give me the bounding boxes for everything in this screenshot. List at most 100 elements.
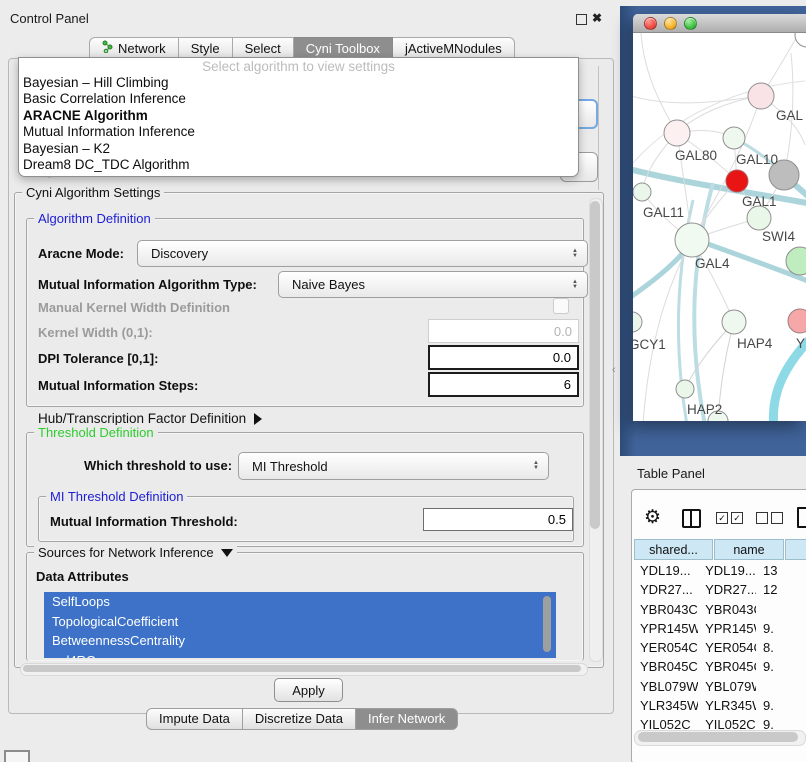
network-node-hap2[interactable] bbox=[676, 380, 694, 398]
column-header-3[interactable]: A bbox=[785, 539, 806, 560]
zoom-traffic-light-icon[interactable] bbox=[684, 17, 697, 30]
column-selector-icon[interactable] bbox=[682, 509, 701, 528]
export-table-icon[interactable] bbox=[797, 507, 806, 528]
table-hscrollbar-thumb[interactable] bbox=[638, 732, 798, 742]
table-cell: YDR27... bbox=[699, 580, 756, 599]
mi-steps-field[interactable]: 6 bbox=[428, 372, 579, 397]
table-row[interactable]: YPR145WYPR145W9. bbox=[634, 619, 806, 638]
mi-threshold-field[interactable]: 0.5 bbox=[423, 508, 573, 531]
algorithm-definition-label: Algorithm Definition bbox=[34, 211, 155, 226]
close-traffic-light-icon[interactable] bbox=[644, 17, 657, 30]
table-row[interactable]: YIL052CYIL052C9. bbox=[634, 715, 806, 731]
algorithm-option[interactable]: ARACNE Algorithm bbox=[19, 108, 578, 124]
table-cell: YBR043C bbox=[634, 600, 698, 619]
table-row[interactable]: YBL079WYBL079W bbox=[634, 677, 806, 696]
network-node-gcy1[interactable] bbox=[633, 312, 642, 332]
which-threshold-label: Which threshold to use: bbox=[84, 458, 232, 473]
network-edge[interactable] bbox=[633, 95, 761, 103]
column-header-1[interactable]: shared... bbox=[634, 539, 713, 560]
threshold-group-label: Threshold Definition bbox=[34, 425, 158, 440]
data-attributes-list: SelfLoopsTopologicalCoefficientBetweenne… bbox=[44, 592, 556, 658]
node-label: HAP2 bbox=[687, 402, 722, 417]
collapsed-arrow-icon bbox=[254, 413, 262, 425]
mi-steps-label: Mutual Information Steps: bbox=[38, 378, 198, 393]
combo-stepper-icon: ▲▼ bbox=[572, 280, 578, 290]
table-cell: YIL052C bbox=[634, 715, 698, 731]
close-panel-icon[interactable]: ✖ bbox=[592, 11, 602, 25]
settings-hscrollbar-thumb[interactable] bbox=[23, 665, 581, 672]
table-cell: YBL079W bbox=[699, 677, 756, 696]
algorithm-option[interactable]: Bayesian – K2 bbox=[19, 141, 578, 157]
table-body: YDL19...YDL19...13YDR27...YDR27...12YBR0… bbox=[634, 561, 806, 731]
which-threshold-combo[interactable]: MI Threshold ▲▼ bbox=[238, 452, 549, 480]
table-row[interactable]: YER054CYER054C8. bbox=[634, 638, 806, 657]
expanded-arrow-icon bbox=[221, 549, 233, 557]
table-row[interactable]: YDR27...YDR27...12 bbox=[634, 580, 806, 599]
table-cell: YDL19... bbox=[634, 561, 698, 580]
network-edge[interactable] bbox=[677, 96, 761, 133]
float-panel-icon[interactable] bbox=[576, 14, 587, 25]
network-node-gal4[interactable] bbox=[675, 223, 709, 257]
tab-label: jActiveMNodules bbox=[405, 38, 502, 59]
column-header-2[interactable]: name bbox=[714, 539, 784, 560]
network-node-gal80[interactable] bbox=[664, 120, 690, 146]
tab-label: Network bbox=[118, 38, 166, 59]
network-node-hap4[interactable] bbox=[722, 310, 746, 334]
select-all-icon[interactable]: ✓✓ bbox=[716, 512, 743, 524]
kernel-width-field[interactable]: 0.0 bbox=[428, 319, 579, 343]
manual-kernel-checkbox[interactable] bbox=[553, 298, 569, 314]
network-canvas[interactable]: GALGAL80GAL10GAL1GAL11GAL4SWI4GCY1HAP4YH… bbox=[633, 33, 806, 421]
network-icon bbox=[102, 38, 114, 59]
algorithm-option[interactable]: Bayesian – Hill Climbing bbox=[19, 75, 578, 91]
network-node-gal10[interactable] bbox=[723, 127, 745, 149]
table-row[interactable]: YBR043CYBR043C bbox=[634, 600, 806, 619]
table-row[interactable]: YLR345WYLR345W9. bbox=[634, 696, 806, 715]
attributes-vscrollbar-thumb[interactable] bbox=[543, 596, 551, 652]
dpi-tolerance-field[interactable]: 0.0 bbox=[428, 345, 579, 370]
minimized-panel-icon[interactable] bbox=[4, 750, 30, 762]
screen: Control Panel ✖ NetworkStyleSelectCyni T… bbox=[0, 0, 806, 762]
cyni-settings-group-label: Cyni Algorithm Settings bbox=[22, 185, 164, 200]
table-cell: YBL079W bbox=[634, 677, 698, 696]
checked-box-icon: ✓ bbox=[731, 512, 743, 524]
network-node-gal[interactable] bbox=[748, 83, 774, 109]
mi-type-combo[interactable]: Naive Bayes ▲▼ bbox=[278, 271, 588, 298]
network-node-swi4[interactable] bbox=[786, 247, 806, 275]
table-cell: 9. bbox=[757, 657, 806, 676]
network-window-titlebar[interactable] bbox=[633, 14, 806, 33]
table-row[interactable]: YDL19...YDL19...13 bbox=[634, 561, 806, 580]
bottom-tab-impute-data[interactable]: Impute Data bbox=[146, 708, 243, 730]
table-cell: YBR045C bbox=[634, 657, 698, 676]
network-node-gal1[interactable] bbox=[747, 206, 771, 230]
network-node[interactable] bbox=[726, 170, 748, 192]
bottom-tab-infer-network[interactable]: Infer Network bbox=[356, 708, 458, 730]
settings-vscrollbar-thumb[interactable] bbox=[590, 201, 600, 529]
network-edge[interactable] bbox=[641, 33, 677, 133]
aracne-mode-combo[interactable]: Discovery ▲▼ bbox=[137, 240, 588, 267]
checked-box-icon: ✓ bbox=[716, 512, 728, 524]
algorithm-option[interactable]: Mutual Information Inference bbox=[19, 124, 578, 140]
deselect-all-icon[interactable] bbox=[756, 512, 783, 524]
hub-definition-toggle[interactable]: Hub/Transcription Factor Definition bbox=[38, 411, 262, 426]
sources-group-label[interactable]: Sources for Network Inference bbox=[34, 545, 237, 560]
algorithm-option[interactable]: Dream8 DC_TDC Algorithm bbox=[19, 157, 578, 173]
attribute-item[interactable]: gal4RGexp bbox=[44, 651, 556, 658]
network-node-gal11[interactable] bbox=[633, 183, 651, 201]
network-node-y[interactable] bbox=[788, 309, 806, 333]
table-cell: YDR27... bbox=[634, 580, 698, 599]
minimize-traffic-light-icon[interactable] bbox=[664, 17, 677, 30]
attribute-item[interactable]: BetweennessCentrality bbox=[44, 631, 556, 651]
attribute-item[interactable]: TopologicalCoefficient bbox=[44, 612, 556, 632]
splitter-arrow-icon[interactable]: ‹ bbox=[612, 364, 616, 376]
table-row[interactable]: YBR045CYBR045C9. bbox=[634, 657, 806, 676]
bottom-tab-discretize-data[interactable]: Discretize Data bbox=[243, 708, 356, 730]
algorithm-option[interactable]: Basic Correlation Inference bbox=[19, 91, 578, 107]
attribute-item[interactable]: SelfLoops bbox=[44, 592, 556, 612]
network-node[interactable] bbox=[795, 33, 806, 47]
table-settings-gear-icon[interactable]: ⚙ bbox=[644, 506, 661, 529]
algorithm-dropdown-placeholder: Select algorithm to view settings bbox=[19, 58, 578, 75]
apply-button[interactable]: Apply bbox=[274, 678, 343, 702]
data-attributes-label: Data Attributes bbox=[36, 569, 129, 584]
mi-type-label: Mutual Information Algorithm Type: bbox=[38, 277, 257, 292]
control-panel-title: Control Panel bbox=[10, 11, 89, 26]
